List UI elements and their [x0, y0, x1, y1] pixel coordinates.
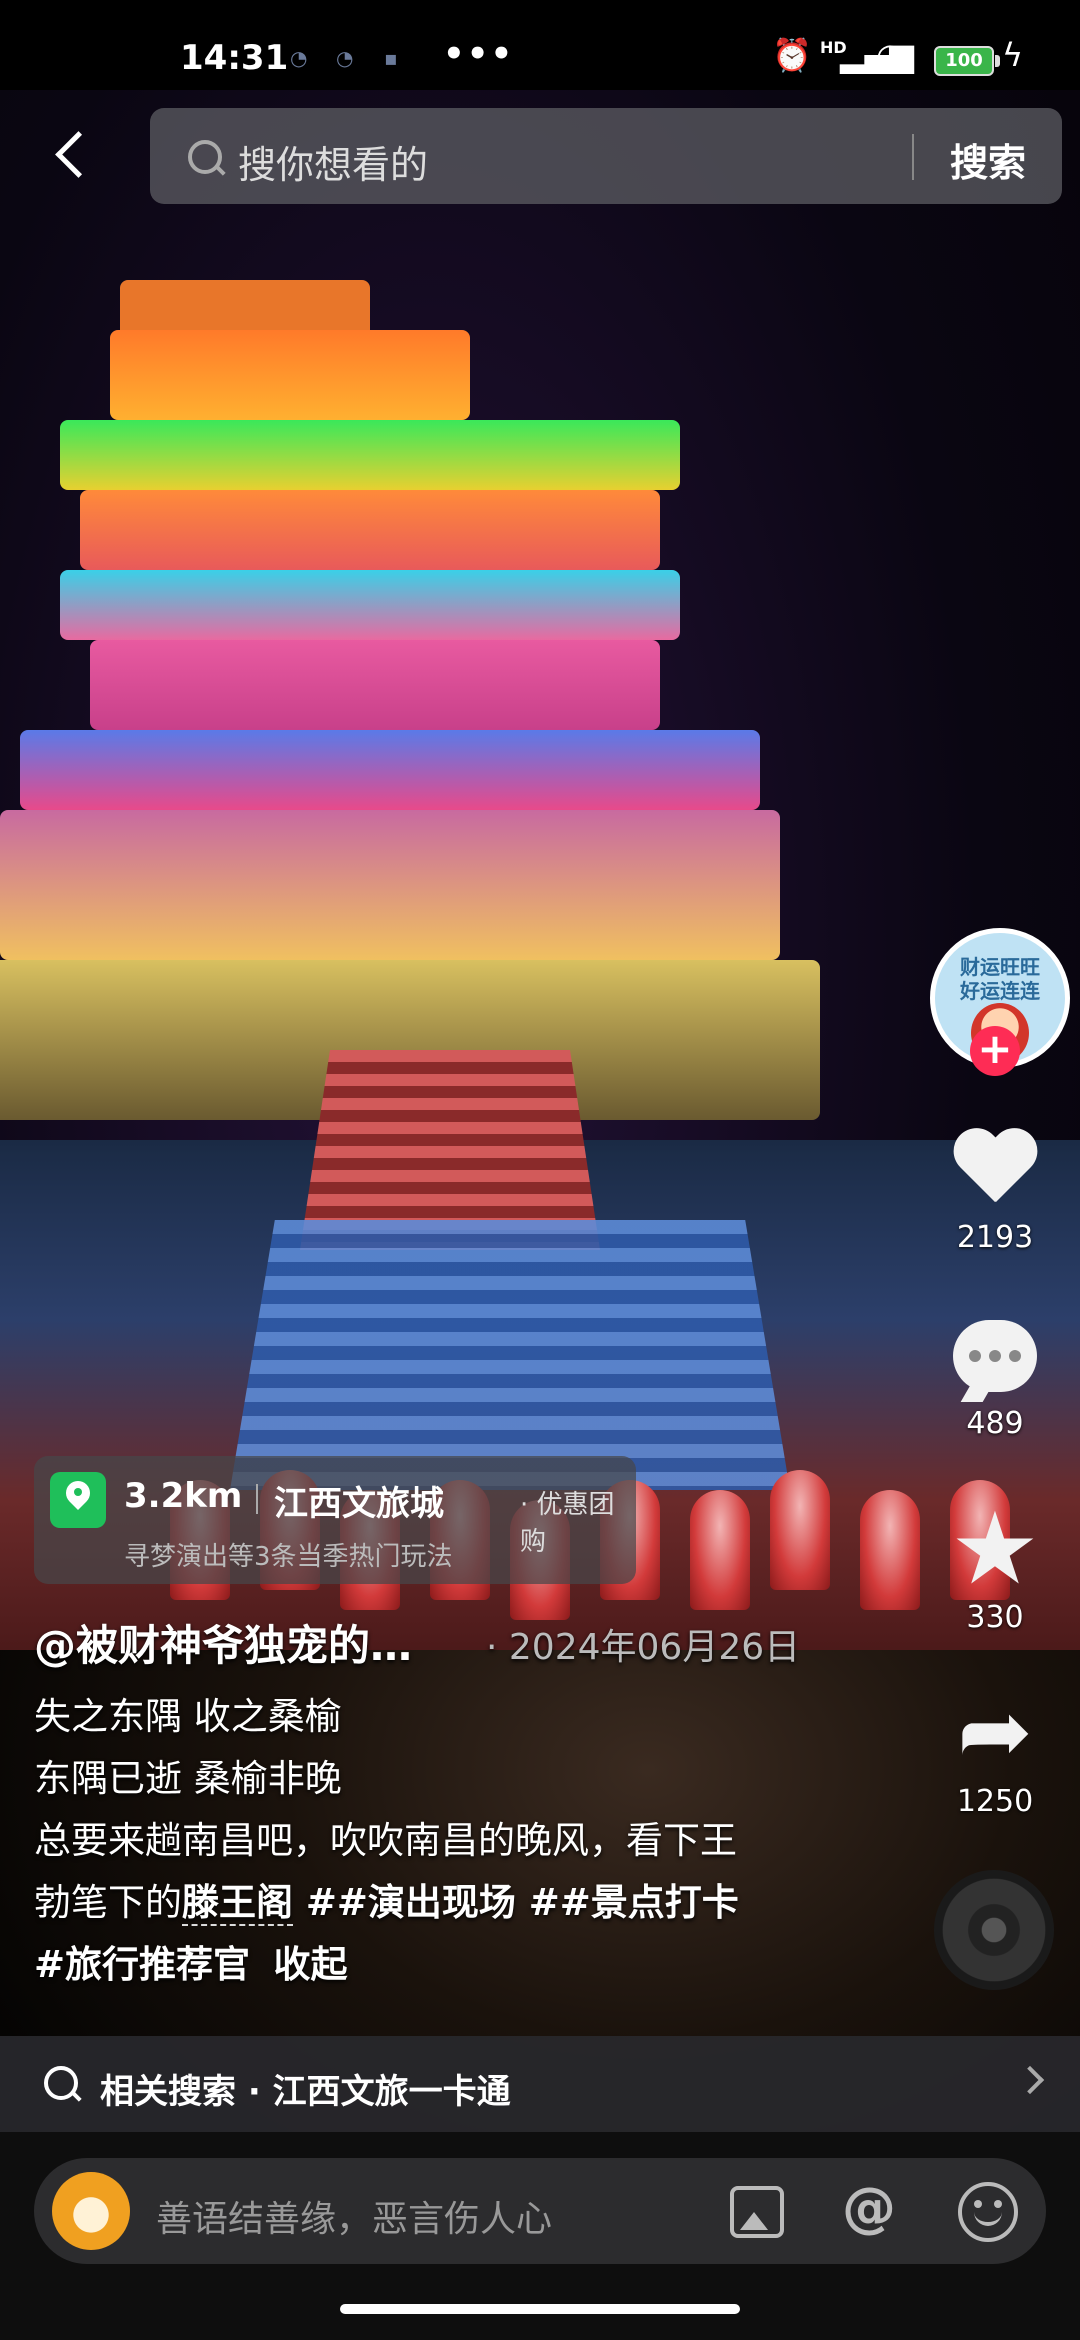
- poi-divider: [256, 1484, 258, 1514]
- chevron-right-icon: [1015, 2065, 1045, 2095]
- related-search-text: 相关搜索 · 江西文旅一卡通: [100, 2072, 511, 2112]
- charging-icon: ϟ: [1002, 36, 1024, 74]
- heart-icon: [950, 1130, 1040, 1210]
- post-caption: 失之东隅 收之桑榆 东隅已逝 桑榆非晚 总要来趟南昌吧，吹吹南昌的晚风，看下王 …: [34, 1686, 834, 1996]
- comment-count: 489: [966, 1406, 1024, 1441]
- more-notifications-icon: •••: [443, 34, 515, 74]
- caption-line: 失之东隅 收之桑榆: [34, 1695, 342, 1738]
- search-bar[interactable]: 搜你想看的 搜索: [150, 108, 1062, 204]
- notification-icon: ◔: [336, 46, 354, 70]
- stairs-lower: [230, 1220, 790, 1490]
- back-button[interactable]: [48, 126, 92, 186]
- search-button[interactable]: 搜索: [950, 132, 1026, 187]
- comment-box[interactable]: 善语结善缘，恶言伤人心 @: [34, 2158, 1046, 2264]
- hashtag-link[interactable]: #旅行推荐官: [34, 1943, 250, 1986]
- caption-line: 总要来趟南昌吧，吹吹南昌的晚风，看下王: [34, 1819, 737, 1862]
- wifi-icon: ◠: [876, 36, 904, 74]
- collapse-button[interactable]: 收起: [274, 1943, 348, 1986]
- related-search-bar[interactable]: 相关搜索 · 江西文旅一卡通: [0, 2036, 1080, 2132]
- search-input[interactable]: 搜你想看的: [238, 134, 428, 189]
- like-count: 2193: [956, 1220, 1034, 1255]
- caption-line: 东隅已逝 桑榆非晚: [34, 1757, 342, 1800]
- hashtag-link[interactable]: ##演出现场: [293, 1881, 516, 1924]
- like-button[interactable]: 2193: [940, 1130, 1050, 1255]
- comment-input[interactable]: 善语结善缘，恶言伤人心: [156, 2190, 552, 2242]
- favorite-button[interactable]: ★ 330: [940, 1490, 1050, 1636]
- alarm-icon: ⏰: [772, 36, 812, 74]
- status-bar: 14:31 ◔ ◔ ▪ ••• ⏰ HD ▂▄▆ ◠ 100 ϟ: [0, 0, 1080, 90]
- music-disc-icon[interactable]: [934, 1870, 1054, 1990]
- caption-text: 勃笔下的: [34, 1881, 182, 1924]
- emoji-icon[interactable]: [958, 2182, 1018, 2242]
- author-name[interactable]: @被财神爷独宠的…: [34, 1612, 412, 1673]
- mention-icon[interactable]: @: [842, 2176, 896, 2239]
- hashtag-link[interactable]: ##景点打卡: [516, 1881, 739, 1924]
- poi-tag: · 优惠团购: [520, 1490, 615, 1557]
- search-icon: [188, 140, 222, 174]
- poi-subtitle: 寻梦演出等3条当季热门玩法: [124, 1542, 453, 1572]
- share-icon: ➦: [957, 1679, 1033, 1784]
- search-icon: [44, 2066, 78, 2100]
- comment-icon: [953, 1320, 1037, 1392]
- follow-button[interactable]: +: [970, 1026, 1020, 1076]
- search-divider: [912, 134, 914, 180]
- comment-button[interactable]: 489: [940, 1320, 1050, 1441]
- status-time: 14:31: [180, 38, 289, 78]
- post-date: · 2024年06月26日: [486, 1627, 801, 1668]
- poi-name: 江西文旅城: [274, 1484, 444, 1524]
- star-icon: ★: [950, 1490, 1040, 1607]
- location-pin-icon: [50, 1472, 106, 1528]
- notification-icon: ▪: [384, 46, 398, 70]
- location-card[interactable]: 3.2km 江西文旅城 · 优惠团购 寻梦演出等3条当季热门玩法: [34, 1456, 636, 1584]
- caption-line: 勃笔下的滕王阁 ##演出现场 ##景点打卡: [34, 1872, 834, 1934]
- notification-icon: ◔: [290, 46, 308, 70]
- share-button[interactable]: ➦ 1250: [940, 1679, 1050, 1820]
- keyword-link[interactable]: 滕王阁: [182, 1881, 293, 1926]
- image-icon[interactable]: [730, 2186, 784, 2238]
- share-count: 1250: [956, 1784, 1034, 1819]
- caption-line: #旅行推荐官 收起: [34, 1934, 834, 1996]
- poi-distance: 3.2km: [124, 1476, 243, 1516]
- user-avatar: [52, 2172, 130, 2250]
- bottom-bar: 善语结善缘，恶言伤人心 @: [0, 2132, 1080, 2340]
- avatar-text: 好运连连: [960, 979, 1040, 1003]
- battery-icon: 100: [934, 46, 1000, 76]
- home-indicator[interactable]: [340, 2304, 740, 2314]
